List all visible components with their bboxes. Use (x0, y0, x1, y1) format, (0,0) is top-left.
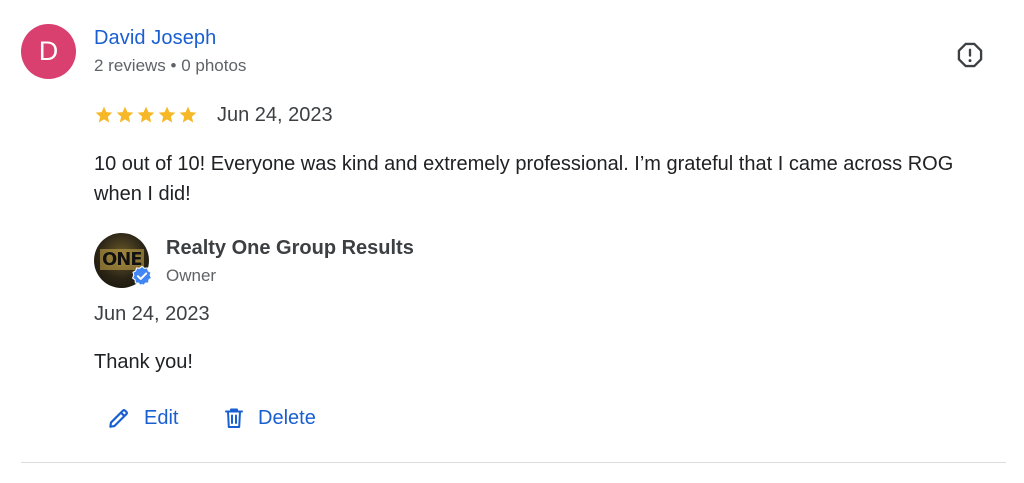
reply-text: Thank you! (94, 351, 193, 373)
reviewer-avatar[interactable]: D (21, 24, 76, 79)
report-review-button[interactable] (955, 40, 985, 70)
reviewer-name[interactable]: David Joseph (94, 27, 216, 50)
review-date: Jun 24, 2023 (217, 104, 333, 126)
reviewer-stats: 2 reviews • 0 photos (94, 56, 247, 75)
star-icon (116, 106, 134, 123)
delete-label: Delete (258, 406, 316, 429)
star-icon (179, 106, 197, 123)
review-text: 10 out of 10! Everyone was kind and extr… (94, 153, 954, 205)
divider (21, 462, 1006, 463)
owner-name: Realty One Group Results (166, 237, 414, 259)
owner-role: Owner (166, 266, 217, 285)
star-icon (158, 106, 176, 123)
edit-label: Edit (144, 406, 179, 429)
review-card: D David Joseph 2 reviews • 0 photos Jun … (0, 0, 1024, 483)
verified-badge-icon (131, 265, 153, 287)
edit-reply-button[interactable]: Edit (106, 403, 178, 433)
star-rating (94, 105, 198, 125)
delete-reply-button[interactable]: Delete (222, 403, 316, 433)
reply-date: Jun 24, 2023 (94, 303, 210, 325)
report-flag-icon (957, 42, 983, 68)
star-icon (137, 106, 155, 123)
trash-icon (225, 408, 243, 428)
pencil-icon (109, 409, 128, 428)
star-icon (95, 106, 113, 123)
